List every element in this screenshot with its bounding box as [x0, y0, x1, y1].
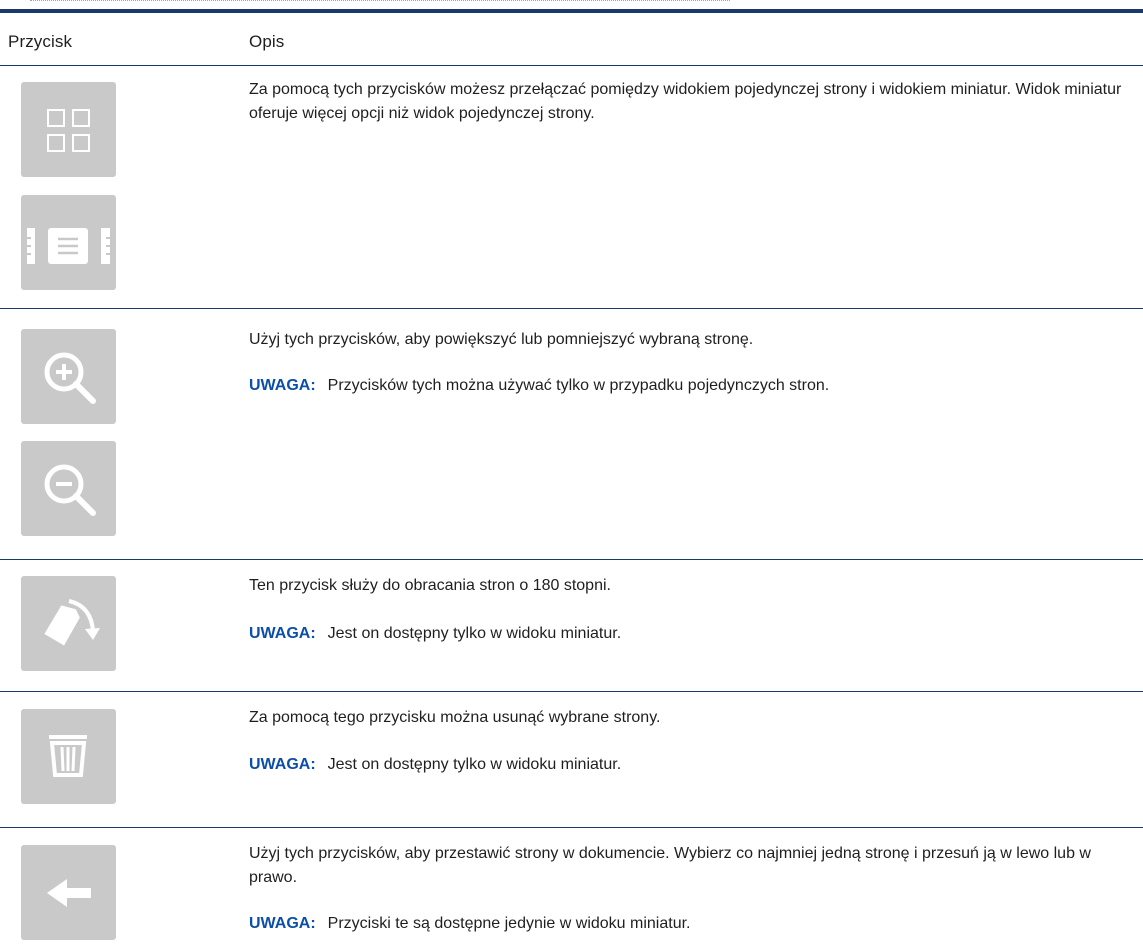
note-label: UWAGA: [249, 915, 316, 932]
table-row: Użyj tych przycisków, aby powiększyć lub… [0, 309, 1143, 560]
row-note: UWAGA: Przycisków tych można używać tylko… [249, 374, 1129, 398]
row-description: Użyj tych przycisków, aby przestawić str… [249, 845, 1091, 886]
row-description: Ten przycisk służy do obracania stron o … [249, 577, 611, 594]
trash-icon [49, 735, 87, 777]
note-label: UWAGA: [249, 756, 316, 773]
rotate-button[interactable] [21, 576, 116, 671]
row-note: UWAGA: Jest on dostępny tylko w widoku mi… [249, 753, 1129, 777]
delete-button[interactable] [21, 709, 116, 804]
arrow-left-icon [47, 879, 91, 907]
row-description: Użyj tych przycisków, aby powiększyć lub… [249, 331, 754, 348]
table-row: Użyj tych przycisków, aby przestawić str… [0, 828, 1143, 947]
table-row: Za pomocą tego przycisku można usunąć wy… [0, 692, 1143, 828]
row-description: Za pomocą tego przycisku można usunąć wy… [249, 709, 661, 726]
note-text: Przycisków tych można używać tylko w prz… [327, 377, 830, 394]
table-row: Za pomocą tych przycisków możesz przełąc… [0, 66, 1143, 309]
zoom-in-icon [44, 352, 96, 404]
table-row: Ten przycisk służy do obracania stron o … [0, 560, 1143, 692]
note-text: Jest on dostępny tylko w widoku miniatur… [327, 756, 622, 773]
zoom-out-icon [44, 464, 96, 516]
note-label: UWAGA: [249, 625, 316, 642]
zoom-out-button[interactable] [21, 441, 116, 536]
single-page-view-icon [27, 228, 110, 264]
note-text: Jest on dostępny tylko w widoku miniatur… [327, 625, 622, 642]
thumbnail-view-button[interactable] [21, 82, 116, 177]
note-text: Przyciski te są dostępne jedynie w widok… [327, 915, 691, 932]
page-top-border [30, 0, 730, 4]
rotate-page-icon [44, 599, 100, 646]
move-left-button[interactable] [21, 845, 116, 940]
grid-view-icon [47, 109, 90, 152]
table-header: Przycisk Opis [0, 13, 1143, 66]
header-button-column: Przycisk [8, 32, 73, 51]
note-label: UWAGA: [249, 377, 316, 394]
row-note: UWAGA: Jest on dostępny tylko w widoku mi… [249, 622, 1129, 646]
header-description-column: Opis [249, 32, 285, 51]
row-note: UWAGA: Przyciski te są dostępne jedynie w… [249, 912, 1129, 936]
row-description: Za pomocą tych przycisków możesz przełąc… [249, 81, 1122, 122]
zoom-in-button[interactable] [21, 329, 116, 424]
single-page-view-button[interactable] [21, 195, 116, 290]
